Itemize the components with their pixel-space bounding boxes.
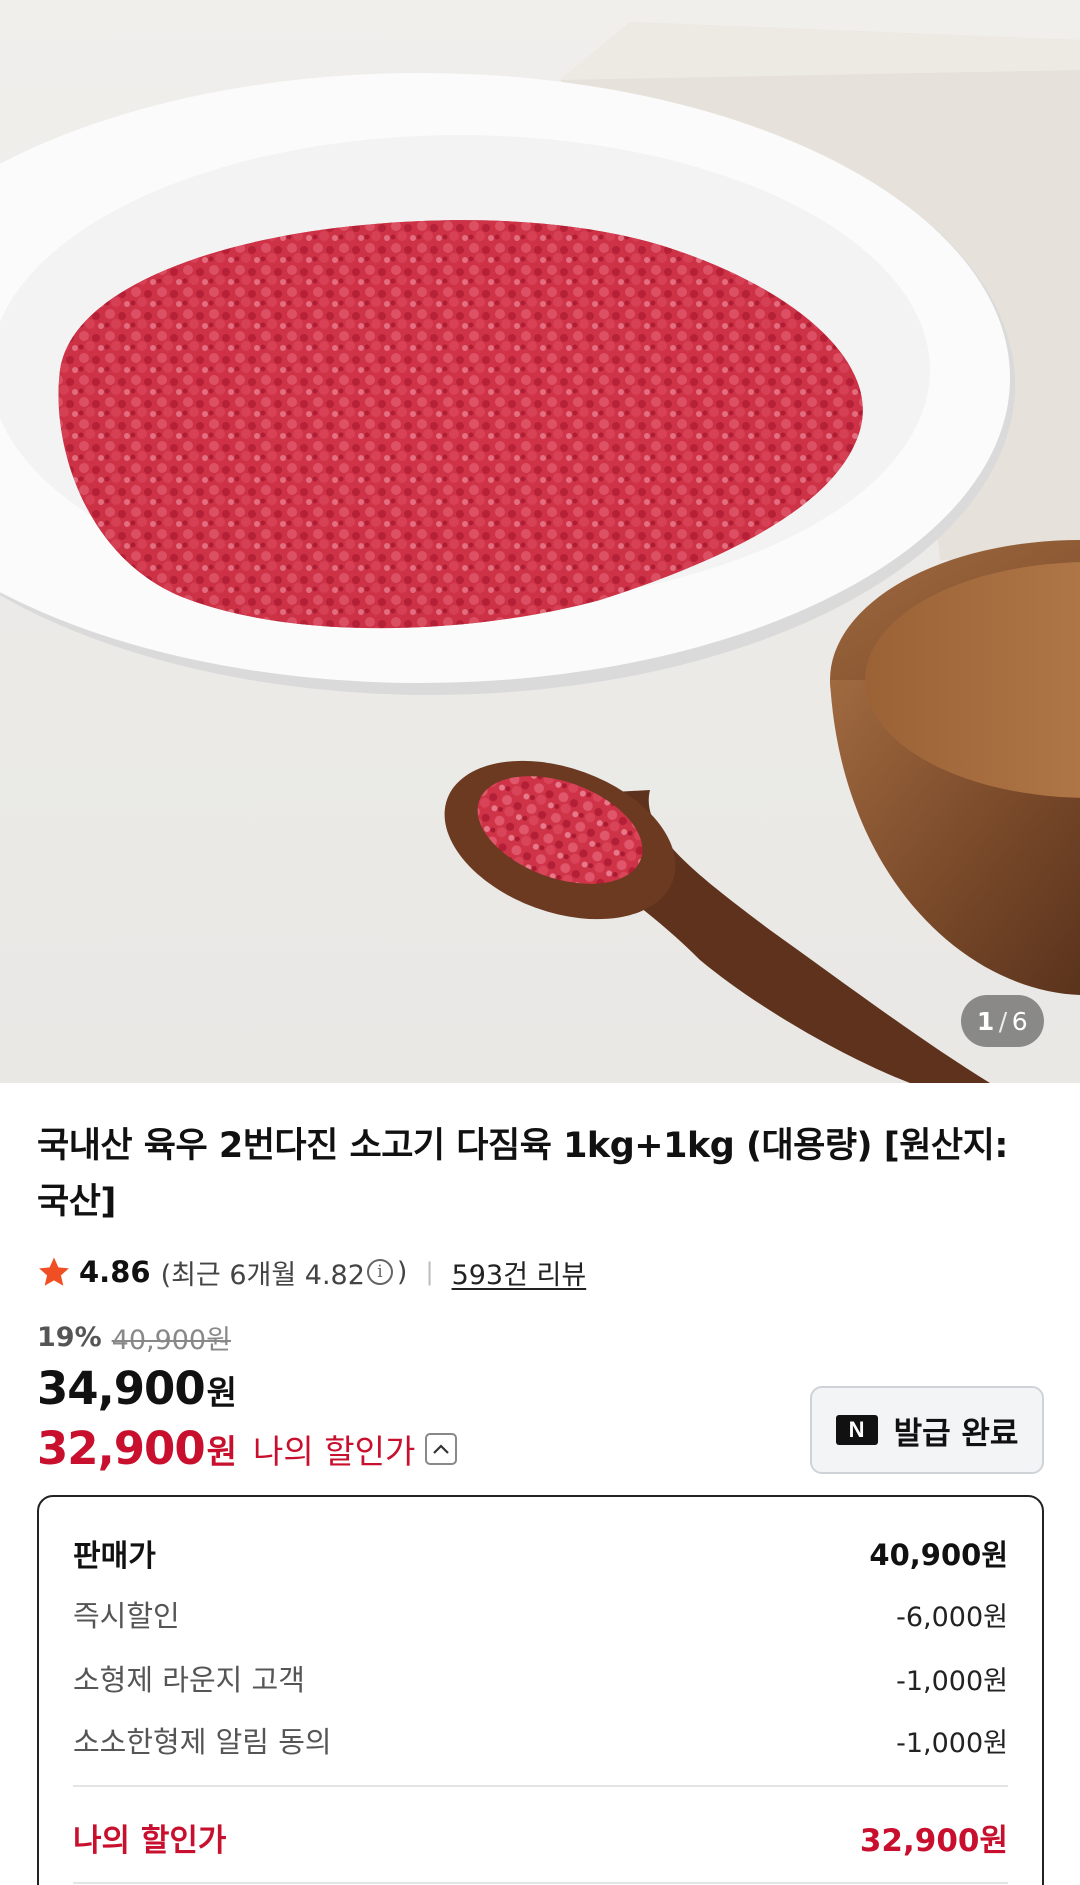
breakdown-label: 소소한형제 알림 동의 xyxy=(73,1725,332,1759)
breakdown-label: 소형제 라운지 고객 xyxy=(73,1663,305,1697)
breakdown-label: 판매가 xyxy=(73,1539,156,1574)
image-total-count: 6 xyxy=(1011,1006,1029,1036)
breakdown-row-list-price: 판매가 40,900원 xyxy=(73,1531,1008,1575)
breakdown-value: 40,900원 xyxy=(869,1538,1008,1572)
recent-rating: (최근 6개월 4.82 xyxy=(160,1259,365,1291)
chevron-up-icon xyxy=(433,1443,450,1454)
breakdown-row-total: 나의 할인가 32,900원 xyxy=(73,1815,1008,1860)
info-icon[interactable]: i xyxy=(366,1259,393,1285)
breakdown-label: 즉시할인 xyxy=(73,1599,180,1633)
recent-rating-close: ) xyxy=(396,1256,408,1288)
product-image[interactable]: 1 / 6 xyxy=(0,0,1080,1083)
rating-score: 4.86 xyxy=(79,1255,151,1289)
coupon-issued-button[interactable]: N 발급 완료 xyxy=(810,1386,1044,1474)
product-title: 국내산 육우 2번다진 소고기 다짐육 1kg+1kg (대용량) [원산지: … xyxy=(37,1126,1008,1222)
breakdown-total-value: 32,900원 xyxy=(859,1823,1008,1859)
rating-divider: | xyxy=(425,1258,434,1286)
original-price: 40,900원 xyxy=(111,1325,231,1356)
coupon-button-label: 발급 완료 xyxy=(893,1415,1019,1452)
review-count-link[interactable]: 593건 리뷰 xyxy=(452,1253,587,1292)
discount-rate: 19% xyxy=(37,1322,102,1353)
naver-n-icon: N xyxy=(835,1415,878,1445)
sale-price-unit: 원 xyxy=(206,1373,238,1412)
rating-row: 4.86 (최근 6개월 4.82 i ) | 593건 리뷰 xyxy=(37,1250,586,1294)
my-price-label: 나의 할인가 xyxy=(253,1431,416,1471)
breakdown-value: -1,000원 xyxy=(896,1727,1008,1759)
breakdown-row-lounge-discount: 소형제 라운지 고객 -1,000원 xyxy=(73,1657,1008,1699)
sale-price: 34,900 원 xyxy=(37,1362,237,1415)
image-counter-separator: / xyxy=(998,1006,1008,1036)
my-price-unit: 원 xyxy=(206,1431,238,1471)
breakdown-bottom-divider xyxy=(73,1882,1008,1884)
collapse-toggle-button[interactable] xyxy=(425,1432,458,1465)
breakdown-value: -1,000원 xyxy=(896,1665,1008,1697)
image-current-index: 1 xyxy=(976,1006,995,1036)
my-price-value: 32,900 xyxy=(37,1422,206,1475)
sale-price-value: 34,900 xyxy=(37,1362,206,1415)
breakdown-total-label: 나의 할인가 xyxy=(73,1823,227,1859)
breakdown-value: -6,000원 xyxy=(896,1601,1008,1633)
breakdown-row-instant-discount: 즉시할인 -6,000원 xyxy=(73,1593,1008,1635)
breakdown-divider xyxy=(73,1785,1008,1787)
original-price-row: 19% 40,900원 xyxy=(37,1318,231,1357)
my-discount-price: 32,900 원 나의 할인가 xyxy=(37,1422,458,1475)
discount-breakdown-panel: 판매가 40,900원 즉시할인 -6,000원 소형제 라운지 고객 -1,0… xyxy=(37,1495,1044,1885)
product-photo-illustration xyxy=(0,22,1080,1083)
image-page-counter: 1 / 6 xyxy=(961,995,1044,1047)
breakdown-row-alert-discount: 소소한형제 알림 동의 -1,000원 xyxy=(73,1719,1008,1761)
star-icon xyxy=(39,1257,69,1286)
